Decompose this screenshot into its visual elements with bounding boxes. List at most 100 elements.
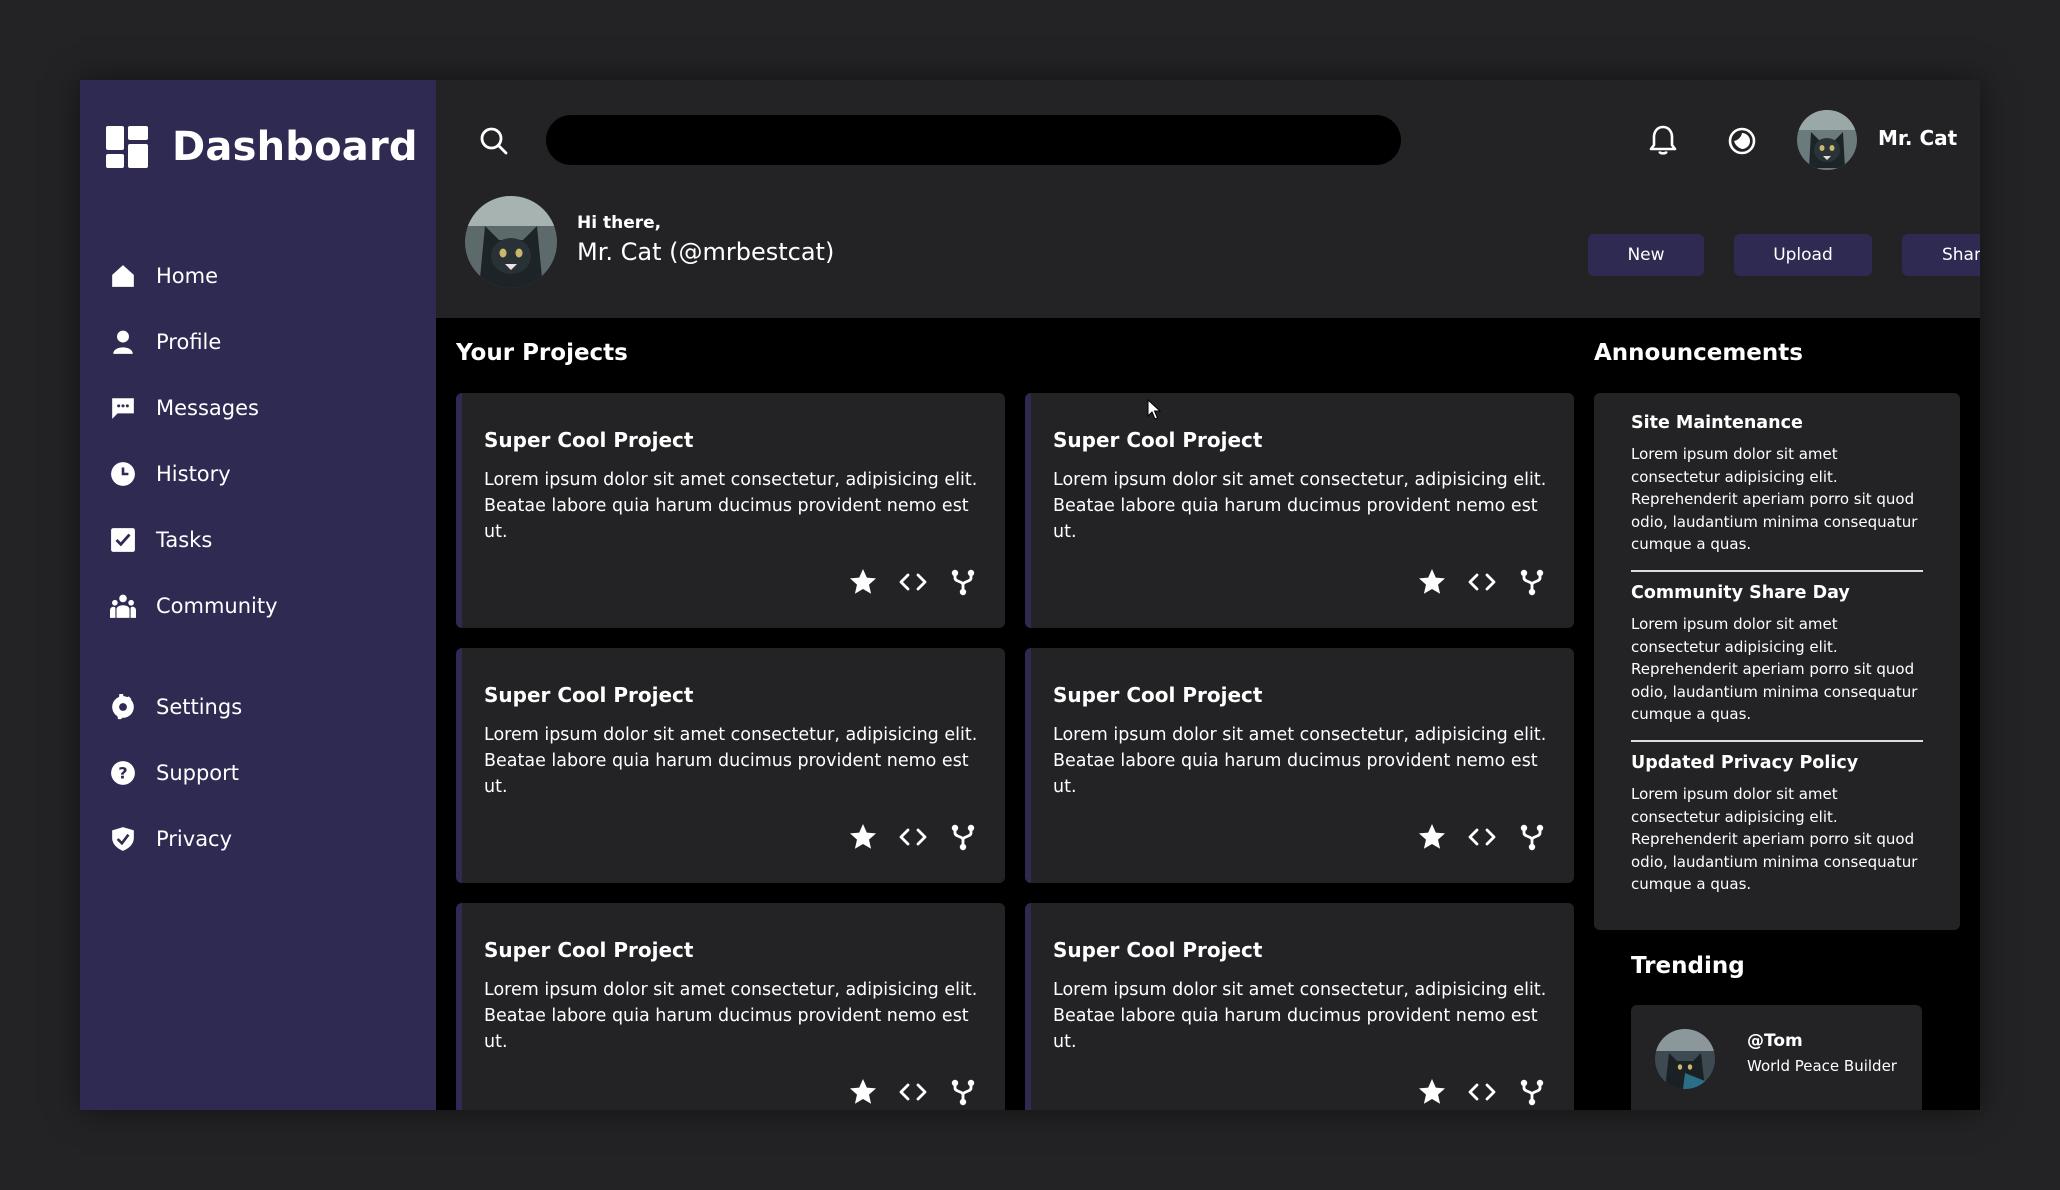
sidebar-item-label: Home [156, 264, 219, 288]
project-title: Super Cool Project [484, 428, 694, 452]
code-icon[interactable] [898, 1077, 928, 1107]
project-title: Super Cool Project [1053, 683, 1263, 707]
sidebar-item-tasks[interactable]: Tasks [110, 507, 410, 573]
announcement-item[interactable]: Site Maintenance Lorem ipsum dolor sit a… [1631, 413, 1923, 556]
code-icon[interactable] [1467, 567, 1497, 597]
shield-icon [110, 826, 136, 852]
announcement-title: Site Maintenance [1631, 413, 1803, 433]
sidebar-item-label: Community [156, 594, 278, 618]
dashboard-app: Dashboard Home Profile Messages History … [80, 80, 1980, 1110]
star-icon[interactable] [1417, 1077, 1447, 1107]
fork-icon[interactable] [948, 1077, 978, 1107]
project-card[interactable]: Super Cool Project Lorem ipsum dolor sit … [456, 648, 1005, 883]
project-description: Lorem ipsum dolor sit amet consectetur, … [484, 980, 978, 1052]
code-icon[interactable] [1467, 1077, 1497, 1107]
upload-button[interactable]: Upload [1734, 234, 1872, 276]
sidebar: Dashboard Home Profile Messages History … [80, 80, 436, 1110]
search-input[interactable] [546, 115, 1401, 165]
fork-icon[interactable] [1517, 567, 1547, 597]
fork-icon[interactable] [948, 567, 978, 597]
project-title: Super Cool Project [1053, 938, 1263, 962]
svg-text:?: ? [118, 763, 127, 782]
announcement-title: Updated Privacy Policy [1631, 753, 1859, 773]
sidebar-nav: Home Profile Messages History Tasks Comm… [110, 243, 410, 872]
project-actions [1417, 1077, 1557, 1109]
sidebar-item-messages[interactable]: Messages [110, 375, 410, 441]
projects-title: Your Projects [456, 340, 628, 366]
profile-avatar [465, 196, 557, 288]
sidebar-item-privacy[interactable]: Privacy [110, 806, 410, 872]
star-icon[interactable] [848, 567, 878, 597]
star-icon[interactable] [1417, 567, 1447, 597]
project-actions [1417, 567, 1557, 599]
new-button[interactable]: New [1588, 234, 1704, 276]
user-name[interactable]: Mr. Cat [1878, 126, 1957, 150]
sidebar-item-home[interactable]: Home [110, 243, 410, 309]
sidebar-item-label: Tasks [156, 528, 213, 552]
project-actions [1417, 822, 1557, 854]
dashboard-logo-icon [106, 126, 148, 168]
project-card[interactable]: Super Cool Project Lorem ipsum dolor sit … [1025, 903, 1574, 1110]
greeting-text: Hi there, [577, 213, 662, 233]
project-description: Lorem ipsum dolor sit amet consectetur, … [484, 470, 978, 542]
header: Mr. Cat Hi there, Mr. Cat (@mrbestcat) N… [436, 80, 1980, 318]
star-icon[interactable] [848, 1077, 878, 1107]
sidebar-item-label: Profile [156, 330, 222, 354]
checkbox-icon [110, 527, 136, 553]
mouse-cursor-icon [1147, 399, 1161, 420]
announcement-body: Lorem ipsum dolor sit amet consectetur a… [1631, 615, 1918, 723]
code-icon[interactable] [898, 567, 928, 597]
announcement-body: Lorem ipsum dolor sit amet consectetur a… [1631, 785, 1918, 893]
community-icon [110, 593, 136, 619]
announcements-title: Announcements [1594, 340, 1803, 366]
star-icon[interactable] [848, 822, 878, 852]
avatar[interactable] [1797, 110, 1857, 170]
home-icon [110, 263, 136, 289]
project-card[interactable]: Super Cool Project Lorem ipsum dolor sit … [456, 903, 1005, 1110]
announcement-item[interactable]: Community Share Day Lorem ipsum dolor si… [1631, 583, 1923, 726]
fork-icon[interactable] [1517, 822, 1547, 852]
announcements-panel: Site Maintenance Lorem ipsum dolor sit a… [1594, 393, 1960, 930]
sidebar-item-community[interactable]: Community [110, 573, 410, 639]
star-icon[interactable] [1417, 822, 1447, 852]
project-actions [848, 567, 988, 599]
clock-icon [110, 461, 136, 487]
code-icon[interactable] [1467, 822, 1497, 852]
project-card[interactable]: Super Cool Project Lorem ipsum dolor sit … [456, 393, 1005, 628]
project-title: Super Cool Project [484, 683, 694, 707]
project-description: Lorem ipsum dolor sit amet consectetur, … [1053, 980, 1547, 1052]
sidebar-item-settings[interactable]: Settings [110, 674, 410, 740]
announcement-body: Lorem ipsum dolor sit amet consectetur a… [1631, 445, 1918, 553]
project-actions [848, 822, 988, 854]
trending-card[interactable]: @Tom World Peace Builder [1631, 1005, 1922, 1110]
divider [1631, 740, 1923, 742]
project-description: Lorem ipsum dolor sit amet consectetur, … [1053, 470, 1547, 542]
project-card[interactable]: Super Cool Project Lorem ipsum dolor sit … [1025, 393, 1574, 628]
announcement-item[interactable]: Updated Privacy Policy Lorem ipsum dolor… [1631, 753, 1923, 896]
bell-icon[interactable] [1647, 124, 1679, 156]
trending-handle: @Tom [1747, 1031, 1803, 1051]
brand[interactable]: Dashboard [106, 124, 418, 170]
theme-toggle-icon[interactable] [1726, 125, 1758, 157]
search-icon[interactable] [479, 126, 509, 156]
project-title: Super Cool Project [484, 938, 694, 962]
user-handle: Mr. Cat (@mrbestcat) [577, 238, 835, 266]
sidebar-item-profile[interactable]: Profile [110, 309, 410, 375]
project-actions [848, 1077, 988, 1109]
avatar [1655, 1029, 1715, 1089]
share-button[interactable]: Share [1902, 234, 1980, 276]
sidebar-item-label: Settings [156, 695, 243, 719]
sidebar-item-support[interactable]: ? Support [110, 740, 410, 806]
fork-icon[interactable] [1517, 1077, 1547, 1107]
message-icon [110, 395, 136, 421]
sidebar-item-history[interactable]: History [110, 441, 410, 507]
code-icon[interactable] [898, 822, 928, 852]
divider [1631, 570, 1923, 572]
project-description: Lorem ipsum dolor sit amet consectetur, … [1053, 725, 1547, 797]
user-icon [110, 329, 136, 355]
fork-icon[interactable] [948, 822, 978, 852]
project-description: Lorem ipsum dolor sit amet consectetur, … [484, 725, 978, 797]
brand-title: Dashboard [172, 124, 418, 170]
project-card[interactable]: Super Cool Project Lorem ipsum dolor sit … [1025, 648, 1574, 883]
